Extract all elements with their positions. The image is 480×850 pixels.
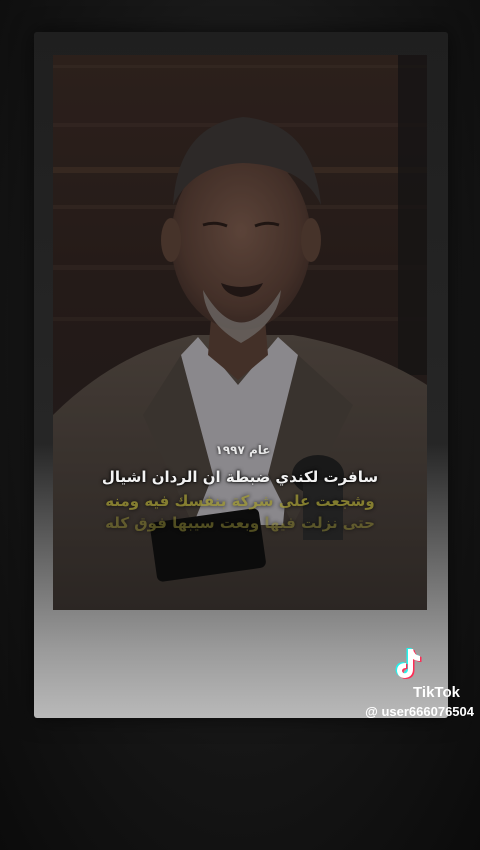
creator-username[interactable]: @ user666076504: [365, 704, 474, 719]
tiktok-video-screen: عام ١٩٩٧ سافرت لكندي ضبطة ان الردان اشيا…: [0, 0, 480, 850]
tiktok-brand-label: TikTok: [413, 684, 460, 701]
subtitle-line-3: حتى نزلت فيها وبعت سيبها فوق كله: [105, 514, 375, 532]
subtitle-line-2: وشجعت على شركة بنفسك فيه ومنه: [105, 492, 375, 510]
tiktok-watermark: TikTok: [344, 646, 474, 701]
tiktok-logo-icon: [395, 648, 422, 679]
video-frame[interactable]: عام ١٩٩٧ سافرت لكندي ضبطة ان الردان اشيا…: [53, 55, 427, 610]
subtitle-line-1: سافرت لكندي ضبطة ان الردان اشيال: [101, 468, 379, 486]
subtitle-date: عام ١٩٩٧: [215, 443, 271, 457]
